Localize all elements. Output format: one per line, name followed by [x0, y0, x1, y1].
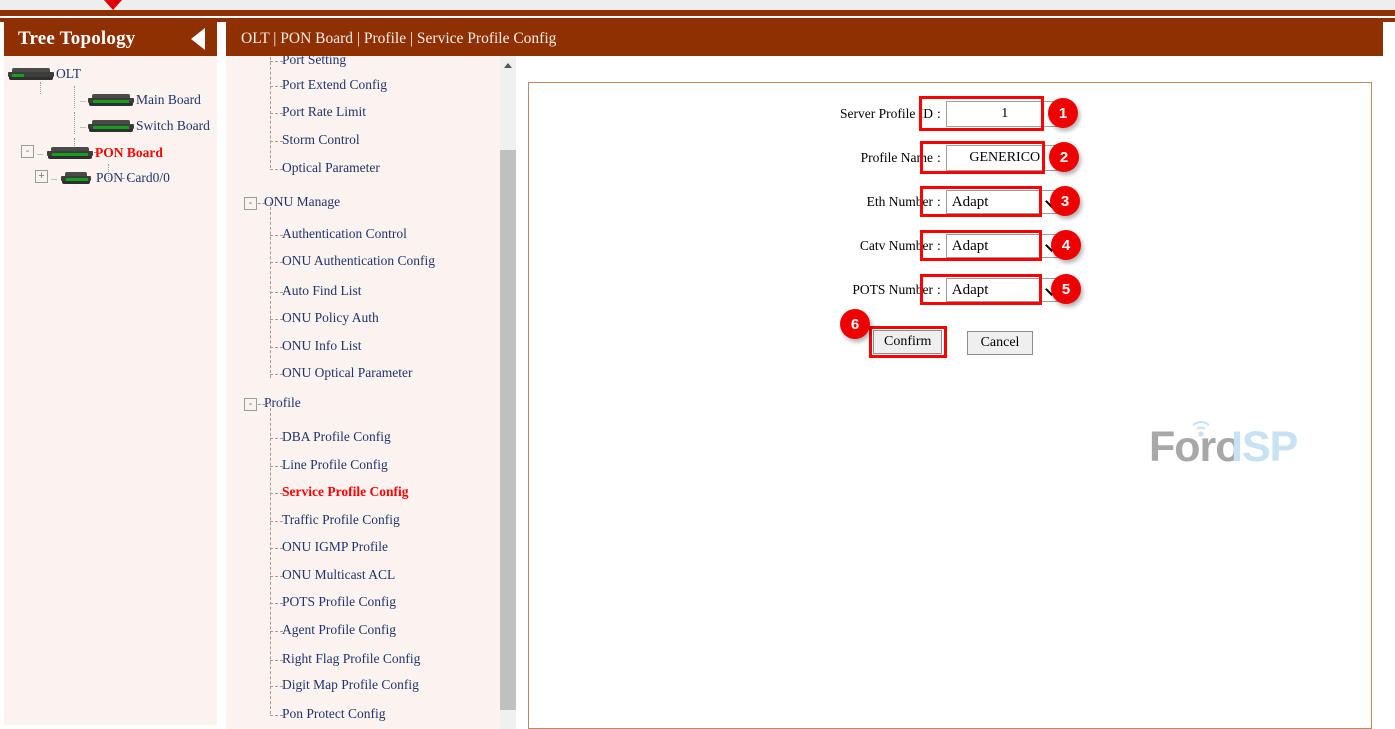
tree-node-switch-board[interactable]: – Switch Board	[80, 118, 210, 134]
navigation-menu-panel: Port Setting Port Extend Config Port Rate …	[226, 56, 511, 729]
tree-node-label: PON Board	[95, 145, 163, 160]
tree-node-label: Main Board	[136, 92, 201, 107]
menu-item-service-profile-config[interactable]: Service Profile Config	[282, 484, 408, 500]
tree-connector	[40, 82, 41, 94]
menu-item-agent-profile-config[interactable]: Agent Profile Config	[282, 622, 396, 638]
breadcrumb: OLT | PON Board | Profile | Service Prof…	[226, 22, 1383, 56]
annotation-badge-3: 3	[1050, 186, 1080, 216]
tree-node-label: Switch Board	[136, 118, 210, 133]
label-eth-number: Eth Number	[866, 194, 933, 209]
menu-item-onu-igmp-profile[interactable]: ONU IGMP Profile	[282, 539, 388, 555]
menu-item-port-extend-config[interactable]: Port Extend Config	[282, 77, 387, 93]
triangle-left-icon[interactable]	[191, 28, 205, 50]
cancel-button[interactable]: Cancel	[967, 331, 1033, 355]
eth-number-select[interactable]: Adapt	[945, 190, 1064, 214]
top-accent-bar-upper	[0, 10, 1395, 16]
menu-item-pon-protect-config[interactable]: Pon Protect Config	[282, 706, 386, 722]
navigation-menu-list: Port Setting Port Extend Config Port Rate …	[226, 56, 511, 729]
label-colon: :	[937, 150, 941, 165]
tree-node-label: OLT	[56, 66, 82, 81]
tree-node-olt[interactable]: OLT	[8, 66, 81, 82]
tree-connector	[74, 112, 75, 134]
tree-connector	[74, 86, 75, 108]
pots-number-value: Adapt	[951, 281, 989, 298]
device-shelf-icon	[88, 119, 134, 133]
app-root: Tree Topology OLT – Main Board – Switch …	[0, 0, 1395, 729]
menu-item-dba-profile-config[interactable]: DBA Profile Config	[282, 429, 391, 445]
device-shelf-icon	[88, 93, 134, 107]
device-shelf-icon	[8, 67, 54, 81]
catv-number-value: Adapt	[951, 237, 989, 254]
form-row-server-profile-id: Server Profile ID :	[815, 101, 1064, 127]
tree-node-pon-board[interactable]: – PON Board	[37, 145, 163, 161]
watermark-svg: Foro ISP	[1149, 421, 1299, 471]
eth-number-value: Adapt	[951, 193, 989, 210]
catv-number-select[interactable]: Adapt	[945, 234, 1064, 258]
pots-number-select[interactable]: Adapt	[945, 278, 1064, 302]
annotation-badge-5: 5	[1051, 274, 1081, 304]
foroisp-watermark: Foro ISP	[1149, 421, 1309, 471]
menu-item-optical-parameter[interactable]: Optical Parameter	[282, 160, 380, 176]
tree-expander-pon-card[interactable]: +	[35, 170, 48, 183]
tree-node-main-board[interactable]: – Main Board	[80, 92, 201, 108]
profile-name-input[interactable]	[945, 145, 1064, 171]
form-row-eth-number: Eth Number : Adapt	[815, 190, 1064, 214]
menu-expander-profile[interactable]: -	[244, 398, 257, 411]
menu-connector-spine	[270, 202, 271, 378]
menu-item-onu-authentication-config[interactable]: ONU Authentication Config	[282, 253, 435, 269]
menu-item-port-setting[interactable]: Port Setting	[282, 56, 346, 68]
content-panel: Foro ISP Server Profile ID : 1 Profile N…	[528, 82, 1372, 729]
form-row-pots-number: POTS Number : Adapt	[815, 278, 1064, 302]
menu-connector-spine	[270, 403, 271, 714]
device-shelf-icon	[47, 146, 93, 160]
annotation-badge-1: 1	[1048, 98, 1078, 128]
menu-expander-onu-manage[interactable]: -	[244, 197, 257, 210]
menu-item-port-rate-limit[interactable]: Port Rate Limit	[282, 104, 366, 120]
form-row-catv-number: Catv Number : Adapt	[815, 234, 1064, 258]
top-strip	[0, 0, 1395, 10]
annotation-badge-2: 2	[1049, 142, 1079, 172]
menu-scrollbar-thumb[interactable]	[500, 150, 516, 710]
menu-item-digit-map-profile-config[interactable]: Digit Map Profile Config	[282, 677, 419, 693]
confirm-button[interactable]: Confirm	[873, 330, 943, 354]
annotation-badge-6: 6	[840, 309, 870, 339]
server-profile-id-input[interactable]	[945, 101, 1064, 127]
menu-item-onu-manage[interactable]: ONU Manage	[264, 194, 340, 210]
breadcrumb-text: OLT | PON Board | Profile | Service Prof…	[241, 30, 557, 47]
device-shelf-icon	[61, 171, 91, 185]
label-colon: :	[937, 238, 941, 253]
form-row-profile-name: Profile Name :	[815, 145, 1064, 171]
menu-item-onu-info-list[interactable]: ONU Info List	[282, 338, 362, 354]
label-colon: :	[937, 194, 941, 209]
label-colon: :	[937, 282, 941, 297]
label-pots-number: POTS Number	[852, 282, 933, 297]
tree-node-pon-card[interactable]: – PON Card0/0	[51, 170, 170, 186]
red-pointer-triangle-icon	[104, 0, 122, 10]
watermark-foro: Foro	[1149, 423, 1241, 469]
tree-topology-body: OLT – Main Board – Switch Board - – PON …	[4, 56, 217, 725]
label-colon: :	[937, 106, 941, 121]
tree-node-label: PON Card0/0	[96, 170, 170, 185]
label-server-profile-id: Server Profile ID	[840, 106, 933, 121]
tree-topology-title: Tree Topology	[18, 28, 136, 49]
menu-item-onu-multicast-acl[interactable]: ONU Multicast ACL	[282, 567, 395, 583]
menu-item-pots-profile-config[interactable]: POTS Profile Config	[282, 594, 396, 610]
menu-item-authentication-control[interactable]: Authentication Control	[282, 226, 407, 242]
annotation-badge-4: 4	[1051, 230, 1081, 260]
menu-item-onu-policy-auth[interactable]: ONU Policy Auth	[282, 310, 379, 326]
tree-expander-pon-board[interactable]: -	[21, 145, 34, 158]
menu-item-traffic-profile-config[interactable]: Traffic Profile Config	[282, 512, 400, 528]
scroll-up-arrow-icon[interactable]	[500, 57, 516, 73]
watermark-isp: ISP	[1231, 423, 1298, 469]
menu-connector-spine	[270, 56, 271, 168]
label-catv-number: Catv Number	[859, 238, 933, 253]
label-profile-name: Profile Name	[860, 150, 933, 165]
menu-item-auto-find-list[interactable]: Auto Find List	[282, 283, 362, 299]
menu-item-line-profile-config[interactable]: Line Profile Config	[282, 457, 388, 473]
tree-topology-header: Tree Topology	[4, 22, 217, 56]
menu-item-onu-optical-parameter[interactable]: ONU Optical Parameter	[282, 365, 412, 381]
menu-item-right-flag-profile-config[interactable]: Right Flag Profile Config	[282, 651, 420, 667]
menu-item-storm-control[interactable]: Storm Control	[282, 132, 360, 148]
